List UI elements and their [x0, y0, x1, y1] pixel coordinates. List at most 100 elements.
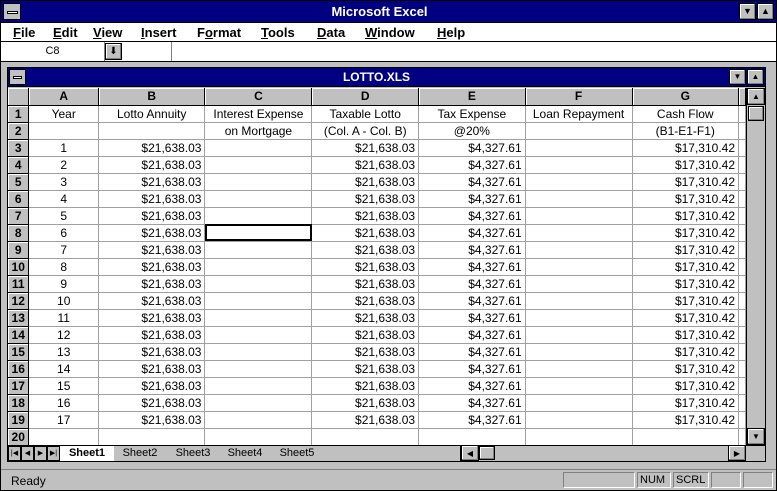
- cell-cash-flow[interactable]: $17,310.42: [632, 343, 740, 361]
- cell-annuity[interactable]: $21,638.03: [98, 360, 206, 378]
- cell-loan[interactable]: [525, 173, 633, 191]
- cell-cash-flow[interactable]: $17,310.42: [632, 360, 740, 378]
- scroll-down-arrow-icon[interactable]: ▼: [747, 428, 765, 445]
- cell-interest[interactable]: [204, 258, 313, 276]
- scroll-up-arrow-icon[interactable]: ▲: [747, 88, 765, 105]
- cell-taxable[interactable]: $21,638.03: [311, 156, 420, 174]
- menu-format[interactable]: Format: [197, 25, 241, 40]
- menu-help[interactable]: Help: [437, 25, 465, 40]
- cell[interactable]: [738, 309, 746, 327]
- cell-taxable[interactable]: $21,638.03: [311, 258, 420, 276]
- cell-taxable[interactable]: $21,638.03: [311, 326, 420, 344]
- cell[interactable]: [738, 241, 746, 259]
- cell-year[interactable]: 1: [28, 139, 99, 157]
- row-header[interactable]: 2: [8, 122, 30, 140]
- cell[interactable]: Taxable Lotto: [311, 105, 420, 123]
- cell-loan[interactable]: [525, 207, 633, 225]
- row-header[interactable]: 7: [8, 207, 30, 225]
- cell-cash-flow[interactable]: $17,310.42: [632, 326, 740, 344]
- cell-year[interactable]: 4: [28, 190, 99, 208]
- cell-cash-flow[interactable]: $17,310.42: [632, 394, 740, 412]
- cell-cash-flow[interactable]: $17,310.42: [632, 224, 740, 242]
- cell[interactable]: [738, 258, 746, 276]
- row-header[interactable]: 20: [8, 428, 30, 445]
- cell-tax[interactable]: $4,327.61: [418, 343, 526, 361]
- cell-interest[interactable]: [204, 275, 313, 293]
- row-header[interactable]: 9: [8, 241, 30, 259]
- cell-year[interactable]: 9: [28, 275, 99, 293]
- cell-cash-flow[interactable]: $17,310.42: [632, 139, 740, 157]
- cell-interest[interactable]: [204, 156, 313, 174]
- cell-annuity[interactable]: $21,638.03: [98, 309, 206, 327]
- dropdown-arrow-icon[interactable]: ⬇: [105, 43, 122, 60]
- cell-year[interactable]: 5: [28, 207, 99, 225]
- row-header[interactable]: 19: [8, 411, 30, 429]
- cell-interest[interactable]: [204, 377, 313, 395]
- vertical-scrollbar[interactable]: ▲ ▼: [746, 88, 765, 445]
- cell-year[interactable]: 3: [28, 173, 99, 191]
- cell-cash-flow[interactable]: $17,310.42: [632, 258, 740, 276]
- cell-table[interactable]: A B C D E F G 1 Year Lotto Annuity Interest Expens…: [8, 88, 746, 445]
- cell-taxable[interactable]: $21,638.03: [311, 224, 420, 242]
- cell-interest[interactable]: [204, 394, 313, 412]
- cell[interactable]: [98, 428, 206, 445]
- workbook-titlebar[interactable]: LOTTO.XLS ▼ ▲: [8, 68, 765, 87]
- first-sheet-arrow-icon[interactable]: |◀: [8, 446, 21, 461]
- scroll-right-arrow-icon[interactable]: ▶: [728, 445, 746, 461]
- cell-taxable[interactable]: $21,638.03: [311, 241, 420, 259]
- cell[interactable]: (Col. A - Col. B): [311, 122, 420, 140]
- horizontal-scrollbar[interactable]: ◀ ▶: [460, 445, 746, 461]
- cell[interactable]: [738, 360, 746, 378]
- cell-annuity[interactable]: $21,638.03: [98, 377, 206, 395]
- cell-interest[interactable]: [204, 360, 313, 378]
- menu-file[interactable]: File: [13, 25, 35, 40]
- cell-taxable[interactable]: $21,638.03: [311, 173, 420, 191]
- cell-loan[interactable]: [525, 156, 633, 174]
- cell[interactable]: [632, 428, 740, 445]
- cell[interactable]: [738, 156, 746, 174]
- cell[interactable]: Interest Expense: [204, 105, 313, 123]
- column-header-h[interactable]: [738, 88, 746, 106]
- cell[interactable]: Loan Repayment: [525, 105, 633, 123]
- cell[interactable]: @20%: [418, 122, 526, 140]
- cell-year[interactable]: 13: [28, 343, 99, 361]
- cell[interactable]: [738, 394, 746, 412]
- cell-year[interactable]: 6: [28, 224, 99, 242]
- cell-loan[interactable]: [525, 139, 633, 157]
- row-header[interactable]: 4: [8, 156, 30, 174]
- cell-annuity[interactable]: $21,638.03: [98, 156, 206, 174]
- row-header[interactable]: 12: [8, 292, 30, 310]
- menu-view[interactable]: View: [93, 25, 122, 40]
- workbook-minimize-arrow-icon[interactable]: ▼: [729, 69, 746, 85]
- menu-data[interactable]: Data: [317, 25, 345, 40]
- cell[interactable]: [738, 122, 746, 140]
- system-menu-icon[interactable]: [3, 3, 21, 20]
- cell[interactable]: [204, 428, 313, 445]
- cell[interactable]: [738, 343, 746, 361]
- cell-loan[interactable]: [525, 377, 633, 395]
- active-cell[interactable]: [204, 224, 313, 242]
- cell-tax[interactable]: $4,327.61: [418, 275, 526, 293]
- column-header-f[interactable]: F: [525, 88, 633, 106]
- row-header[interactable]: 5: [8, 173, 30, 191]
- cell[interactable]: [98, 122, 206, 140]
- menu-window[interactable]: Window: [365, 25, 415, 40]
- cell[interactable]: [28, 428, 99, 445]
- cell[interactable]: [738, 139, 746, 157]
- row-header[interactable]: 3: [8, 139, 30, 157]
- cell[interactable]: Tax Expense: [418, 105, 526, 123]
- cell-year[interactable]: 7: [28, 241, 99, 259]
- column-header-b[interactable]: B: [98, 88, 206, 106]
- row-header[interactable]: 11: [8, 275, 30, 293]
- cell[interactable]: [738, 190, 746, 208]
- column-header-d[interactable]: D: [311, 88, 420, 106]
- cell-cash-flow[interactable]: $17,310.42: [632, 241, 740, 259]
- cell-annuity[interactable]: $21,638.03: [98, 275, 206, 293]
- cell-loan[interactable]: [525, 411, 633, 429]
- cell-loan[interactable]: [525, 190, 633, 208]
- cell-cash-flow[interactable]: $17,310.42: [632, 207, 740, 225]
- row-header[interactable]: 8: [8, 224, 30, 242]
- cell-loan[interactable]: [525, 309, 633, 327]
- cell-loan[interactable]: [525, 292, 633, 310]
- cell-taxable[interactable]: $21,638.03: [311, 275, 420, 293]
